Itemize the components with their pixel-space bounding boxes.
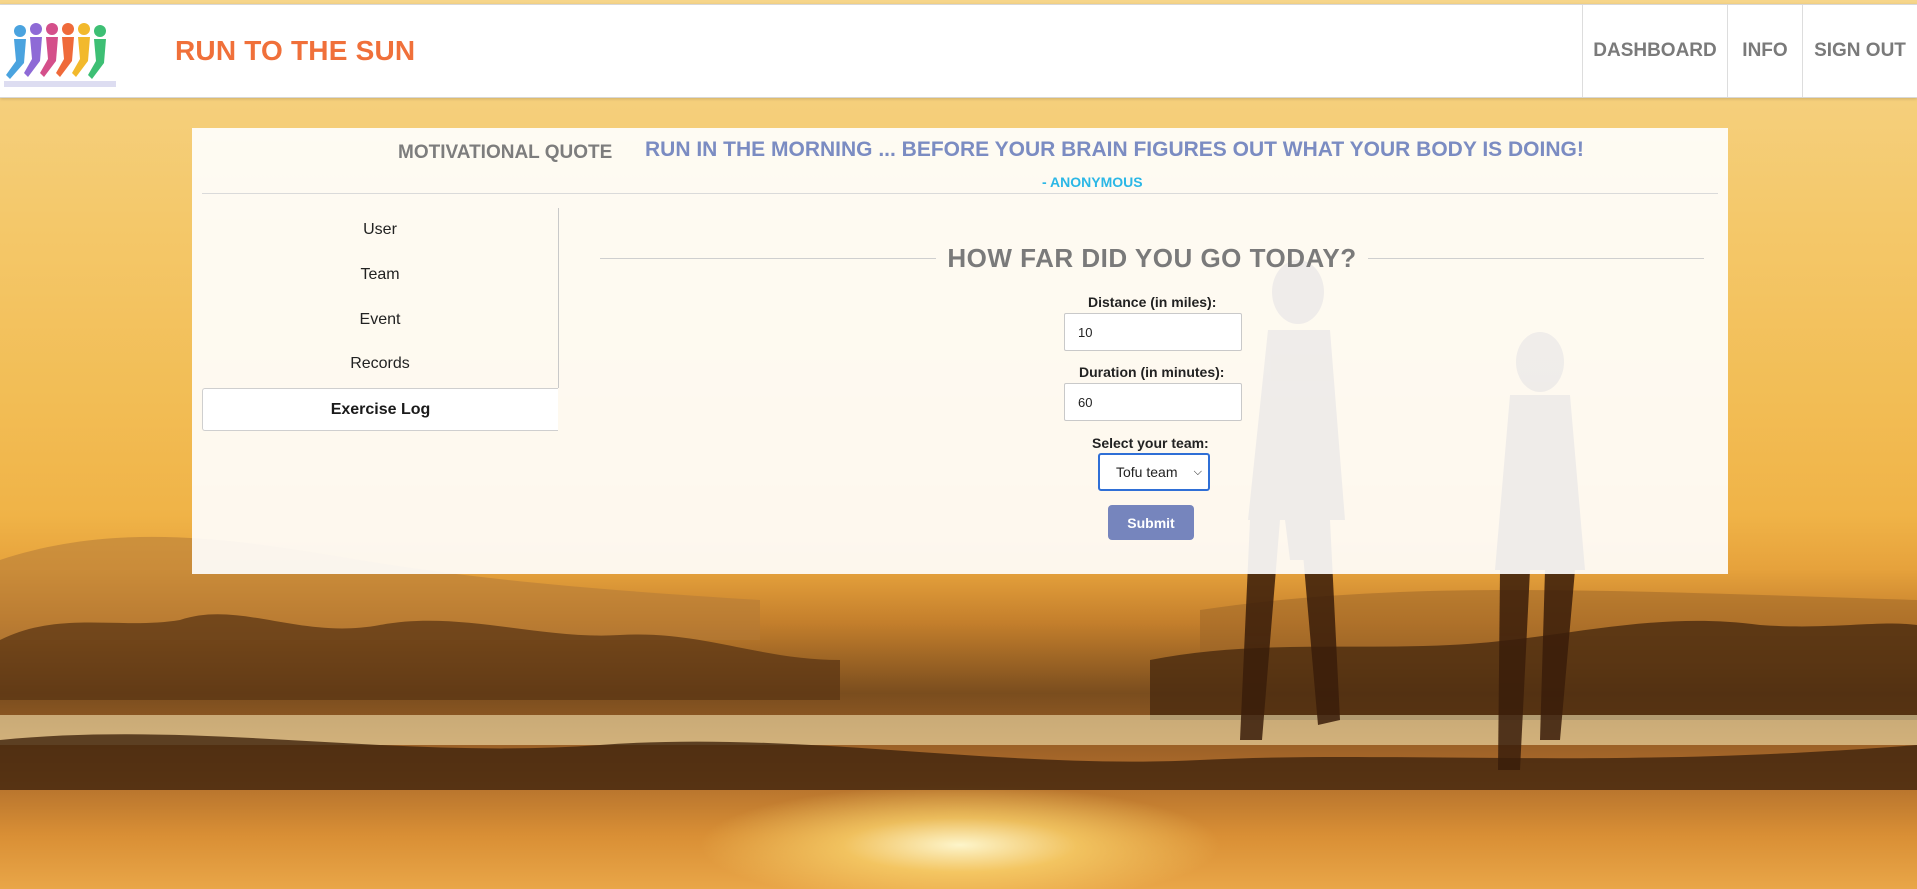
team-select-value: Tofu team xyxy=(1116,464,1178,480)
duration-label: Duration (in minutes): xyxy=(1079,364,1225,380)
sidebar-item-team[interactable]: Team xyxy=(202,253,558,297)
duration-input[interactable] xyxy=(1064,383,1242,421)
nav-sign-out-link[interactable]: SIGN OUT xyxy=(1802,5,1917,97)
top-header: RUN TO THE SUN DASHBOARD INFO SIGN OUT xyxy=(0,4,1917,98)
nav-info-link[interactable]: INFO xyxy=(1727,5,1802,97)
sidebar-item-event[interactable]: Event xyxy=(202,298,558,342)
submit-button[interactable]: Submit xyxy=(1108,505,1194,540)
top-nav: DASHBOARD INFO SIGN OUT xyxy=(1582,5,1917,97)
heading-rule-right xyxy=(1368,258,1704,259)
sidebar-item-user[interactable]: User xyxy=(202,208,558,252)
main-panel: MOTIVATIONAL QUOTE RUN IN THE MORNING ..… xyxy=(192,128,1728,574)
quote-author: - ANONYMOUS xyxy=(1042,174,1143,190)
sidebar-item-records[interactable]: Records xyxy=(202,342,558,386)
sidebar-divider xyxy=(558,208,559,388)
team-label: Select your team: xyxy=(1092,435,1209,451)
distance-label: Distance (in miles): xyxy=(1088,294,1217,310)
form-heading: HOW FAR DID YOU GO TODAY? xyxy=(600,243,1704,273)
team-select[interactable]: Tofu team ⌵ xyxy=(1098,453,1210,491)
quote-label: MOTIVATIONAL QUOTE xyxy=(398,142,613,163)
heading-rule-left xyxy=(600,258,936,259)
distance-input[interactable] xyxy=(1064,313,1242,351)
sidebar-item-exercise-log[interactable]: Exercise Log xyxy=(202,388,558,431)
quote-text: RUN IN THE MORNING ... BEFORE YOUR BRAIN… xyxy=(645,138,1584,161)
form-title: HOW FAR DID YOU GO TODAY? xyxy=(947,243,1357,273)
brand-title[interactable]: RUN TO THE SUN xyxy=(175,35,415,67)
runners-logo[interactable] xyxy=(4,19,116,89)
chevron-down-icon: ⌵ xyxy=(1193,465,1202,478)
quote-divider xyxy=(202,193,1718,194)
nav-dashboard-link[interactable]: DASHBOARD xyxy=(1582,5,1727,97)
